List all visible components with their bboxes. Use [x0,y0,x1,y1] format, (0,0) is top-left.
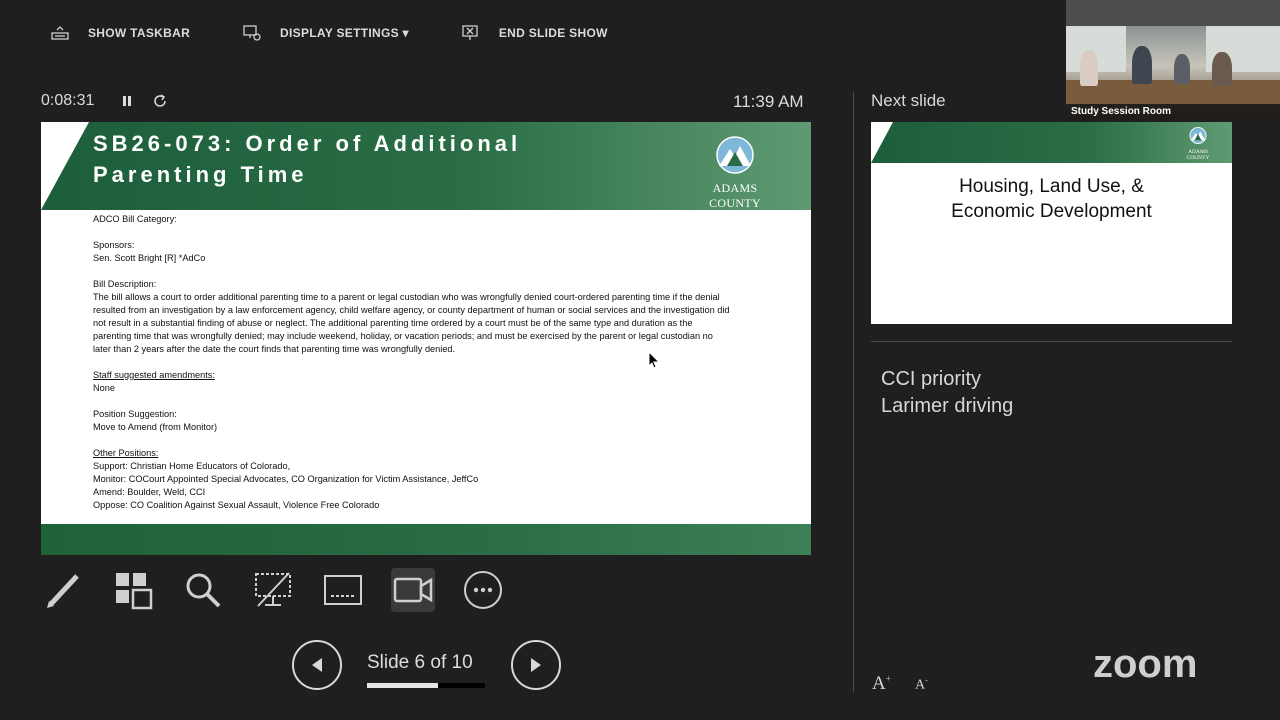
video-person [1132,46,1152,84]
other-position-line: Support: Christian Home Educators of Col… [93,461,291,471]
display-settings-button[interactable]: DISPLAY SETTINGS ▾ [242,24,409,42]
next-slide-title-line1: Housing, Land Use, & [959,176,1144,197]
position-label: Position Suggestion: [93,409,177,419]
end-slide-show-button[interactable]: END SLIDE SHOW [461,24,608,42]
restart-icon [154,94,166,107]
speaker-notes[interactable]: CCI priority Larimer driving [881,366,1013,420]
pause-timer-button[interactable] [119,93,135,109]
pen-tool-button[interactable] [41,568,85,612]
slide-title-line2: Parenting Time [93,162,308,187]
more-icon [464,571,502,609]
elapsed-timer: 0:08:31 [41,92,95,109]
amendments-value: None [93,383,115,393]
bill-category-label: ADCO Bill Category: [93,214,177,224]
pen-icon [47,574,79,608]
video-person [1080,50,1098,86]
end-slide-show-label: END SLIDE SHOW [498,26,608,40]
logo-name: ADAMS COUNTY [709,181,761,210]
black-screen-button[interactable] [251,568,295,612]
notes-line: CCI priority [881,368,982,390]
sponsors-value: Sen. Scott Bright [R] *AdCo [93,253,206,263]
pane-divider[interactable] [853,92,854,692]
camera-toggle-button[interactable] [391,568,435,612]
previous-slide-button[interactable] [292,640,342,690]
slide-footer [41,524,811,555]
increase-font-button[interactable]: A+ [872,673,891,695]
next-slide-header-accent [871,122,893,163]
sponsors-label: Sponsors: [93,240,135,250]
decrease-font-button[interactable]: A- [915,676,928,694]
subtitles-button[interactable] [321,568,365,612]
slide-counter[interactable]: Slide 6 of 10 [367,652,473,674]
video-desk [1066,80,1280,104]
next-slide-title-line2: Economic Development [951,201,1152,222]
black-screen-icon [255,572,291,607]
bill-description-text: The bill allows a court to order additio… [93,292,730,354]
slide-progress-fill [367,683,438,688]
taskbar-icon [51,26,69,40]
adams-county-logo: ADAMS COUNTY COLORADO [689,136,781,227]
previous-icon [312,658,322,672]
next-slide-button[interactable] [511,640,561,690]
next-slide-logo-name: ADAMS COUNTY [1186,149,1210,161]
camera-icon [393,577,433,603]
zoom-logo: zoom [1093,642,1198,686]
clock: 11:39 AM [733,92,804,111]
next-slide-label: Next slide [871,91,946,110]
video-room-label: Study Session Room [1066,104,1280,120]
display-settings-label: DISPLAY SETTINGS ▾ [280,26,409,40]
show-taskbar-button[interactable]: SHOW TASKBAR [50,25,190,41]
all-slides-button[interactable] [111,568,155,612]
mouse-cursor-icon [648,351,660,369]
other-positions-label: Other Positions: [93,448,159,458]
pause-icon [123,96,131,106]
mountain-logo-icon [716,136,754,174]
presenter-tools [41,568,531,612]
restart-timer-button[interactable] [151,92,169,110]
show-taskbar-label: SHOW TASKBAR [88,26,191,40]
end-show-icon [462,25,478,40]
video-person [1174,54,1190,84]
slide-title-line1: SB26-073: Order of Additional [93,131,522,156]
magnifier-icon [186,573,221,608]
slide-title: SB26-073: Order of Additional Parenting … [93,128,653,190]
position-value: Move to Amend (from Monitor) [93,422,218,432]
next-slide-logo: ADAMS COUNTY [1176,127,1220,161]
video-person [1212,52,1232,86]
current-slide[interactable]: SB26-073: Order of Additional Parenting … [41,122,811,555]
next-slide-preview[interactable]: ADAMS COUNTY Housing, Land Use, & Econom… [871,122,1232,324]
subtitles-icon [324,575,362,605]
other-position-line: Monitor: COCourt Appointed Special Advoc… [93,474,479,484]
slide-body: ADCO Bill Category: Sponsors: Sen. Scott… [93,213,733,512]
other-position-line: Amend: Boulder, Weld, CCI [93,487,206,497]
more-options-button[interactable] [461,568,505,612]
participant-video[interactable]: Study Session Room [1066,0,1280,120]
all-slides-icon [116,573,153,610]
other-position-line: Oppose: CO Coalition Against Sexual Assa… [93,500,380,510]
display-settings-icon [243,25,261,41]
next-slide-title: Housing, Land Use, & Economic Developmen… [871,174,1232,224]
zoom-slide-button[interactable] [181,568,225,612]
notes-divider[interactable] [871,341,1232,342]
notes-line: Larimer driving [881,395,1014,417]
amendments-label: Staff suggested amendments: [93,370,215,380]
presenter-toolbar: SHOW TASKBAR DISPLAY SETTINGS ▾ END SLID… [50,18,660,48]
mountain-logo-icon [1189,127,1207,144]
video-ceiling [1066,0,1280,26]
bill-description-label: Bill Description: [93,279,157,289]
next-icon [531,658,541,672]
slide-header-accent [41,122,89,210]
